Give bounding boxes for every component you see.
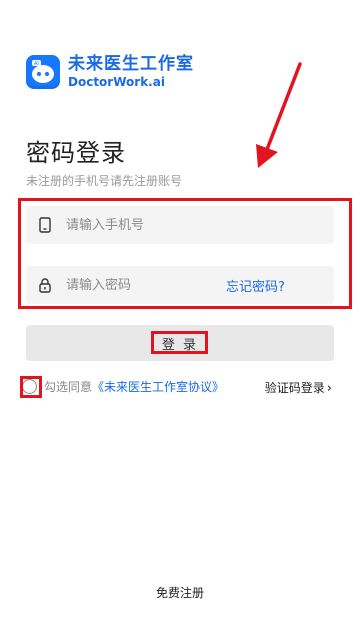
brand-name-en: DoctorWork.ai — [68, 74, 165, 89]
brand: AI 未来医生工作室 DoctorWork.ai — [26, 55, 194, 89]
app-logo-icon: AI — [26, 55, 60, 89]
code-login-label: 验证码登录 — [264, 381, 325, 395]
highlight-box-login — [151, 331, 208, 354]
agreement-prefix: 勾选同意 — [44, 380, 93, 394]
brand-name-cn: 未来医生工作室 — [68, 54, 194, 75]
code-login-link[interactable]: 验证码登录 › — [265, 379, 332, 396]
agreement-link[interactable]: 《未来医生工作室协议》 — [92, 378, 224, 395]
register-link[interactable]: 免费注册 — [0, 584, 360, 601]
chevron-right-icon: › — [326, 381, 332, 396]
svg-text:AI: AI — [34, 61, 39, 67]
agreement-row: 勾选同意 《未来医生工作室协议》 — [22, 378, 224, 395]
arrow-annotation — [256, 62, 302, 168]
highlight-box-form — [18, 198, 352, 309]
page-subtitle: 未注册的手机号请先注册账号 — [26, 174, 183, 188]
highlight-box-radio — [20, 376, 42, 398]
brand-text: 未来医生工作室 DoctorWork.ai — [68, 55, 194, 89]
page-title: 密码登录 — [26, 139, 126, 167]
